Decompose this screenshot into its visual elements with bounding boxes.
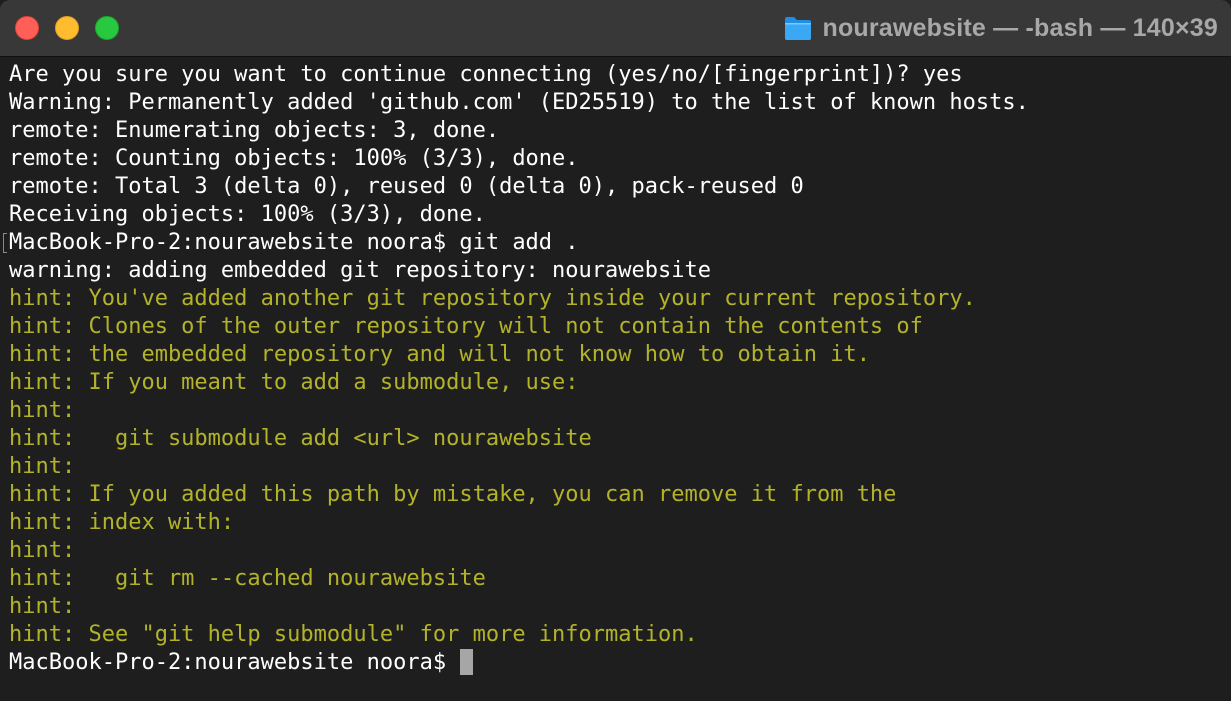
prompt-line[interactable]: MacBook-Pro-2:nourawebsite noora$ <box>9 649 1231 677</box>
window-title-group: nourawebsite — -bash — 140×39 <box>784 12 1218 44</box>
output-line: Receiving objects: 100% (3/3), done. <box>9 202 486 227</box>
zoom-button[interactable] <box>95 16 119 40</box>
window-title: nourawebsite — -bash — 140×39 <box>822 13 1218 42</box>
terminal-window: nourawebsite — -bash — 140×39 Are you su… <box>0 0 1231 701</box>
hint-line: hint: git submodule add <url> nourawebsi… <box>9 426 592 451</box>
terminal-output[interactable]: Are you sure you want to continue connec… <box>0 57 1231 701</box>
hint-line: hint: git rm --cached nourawebsite <box>9 566 486 591</box>
output-line: remote: Counting objects: 100% (3/3), do… <box>9 146 579 171</box>
hint-line: hint: Clones of the outer repository wil… <box>9 314 923 339</box>
hint-line: hint: index with: <box>9 510 235 535</box>
hint-line: hint: You've added another git repositor… <box>9 286 976 311</box>
close-button[interactable] <box>15 16 39 40</box>
output-line: Are you sure you want to continue connec… <box>9 62 963 87</box>
hint-line: hint: <box>9 594 76 619</box>
minimize-button[interactable] <box>55 16 79 40</box>
title-bar[interactable]: nourawebsite — -bash — 140×39 <box>0 0 1231 57</box>
output-line: remote: Enumerating objects: 3, done. <box>9 118 500 143</box>
hint-line: hint: <box>9 538 76 563</box>
hint-line: hint: the embedded repository and will n… <box>9 342 870 367</box>
shell-prompt: MacBook-Pro-2:nourawebsite noora$ <box>9 650 460 675</box>
hint-line: hint: If you meant to add a submodule, u… <box>9 370 579 395</box>
text-cursor <box>460 649 474 675</box>
output-line: MacBook-Pro-2:nourawebsite noora$ git ad… <box>9 230 579 255</box>
hint-line: hint: If you added this path by mistake,… <box>9 482 897 507</box>
command-mark <box>3 233 7 253</box>
output-line: warning: adding embedded git repository:… <box>9 258 711 283</box>
hint-line: hint: See "git help submodule" for more … <box>9 622 698 647</box>
hint-line: hint: <box>9 398 76 423</box>
output-line: Warning: Permanently added 'github.com' … <box>9 90 1029 115</box>
output-line: remote: Total 3 (delta 0), reused 0 (del… <box>9 174 804 199</box>
hint-line: hint: <box>9 454 76 479</box>
folder-icon <box>785 17 812 40</box>
